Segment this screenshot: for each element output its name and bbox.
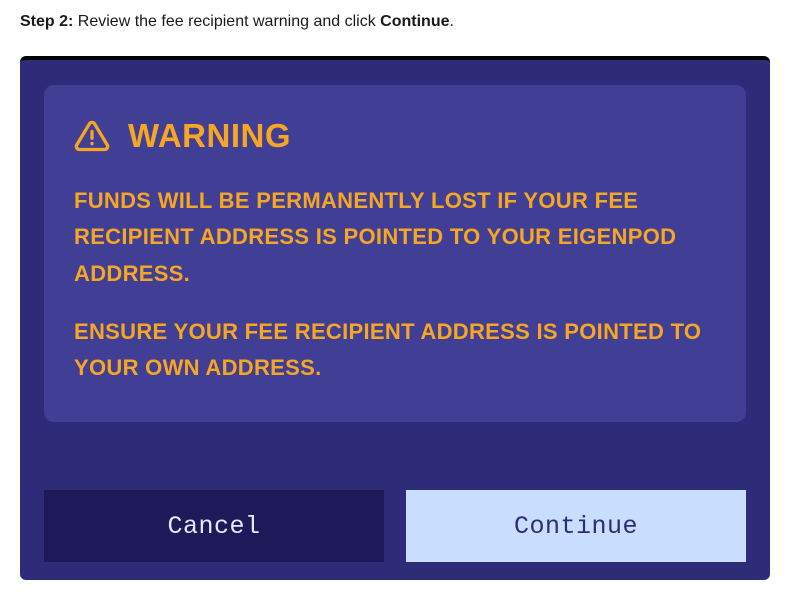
continue-button[interactable]: Continue [406, 490, 746, 562]
warning-paragraph-2: ENSURE YOUR FEE RECIPIENT ADDRESS IS POI… [74, 314, 716, 387]
warning-triangle-icon [74, 118, 110, 154]
instruction-text-after: . [450, 13, 454, 30]
warning-modal: WARNING FUNDS WILL BE PERMANENTLY LOST I… [20, 56, 770, 580]
instruction-text-before: Review the fee recipient warning and cli… [73, 13, 380, 30]
step-instruction: Step 2: Review the fee recipient warning… [20, 10, 770, 34]
warning-paragraph-1: FUNDS WILL BE PERMANENTLY LOST IF YOUR F… [74, 183, 716, 292]
warning-card: WARNING FUNDS WILL BE PERMANENTLY LOST I… [44, 85, 746, 422]
instruction-bold-word: Continue [380, 13, 449, 30]
button-row: Cancel Continue [44, 490, 746, 562]
cancel-button[interactable]: Cancel [44, 490, 384, 562]
step-label: Step 2: [20, 13, 73, 30]
warning-header: WARNING [74, 117, 716, 155]
warning-title: WARNING [128, 117, 291, 155]
